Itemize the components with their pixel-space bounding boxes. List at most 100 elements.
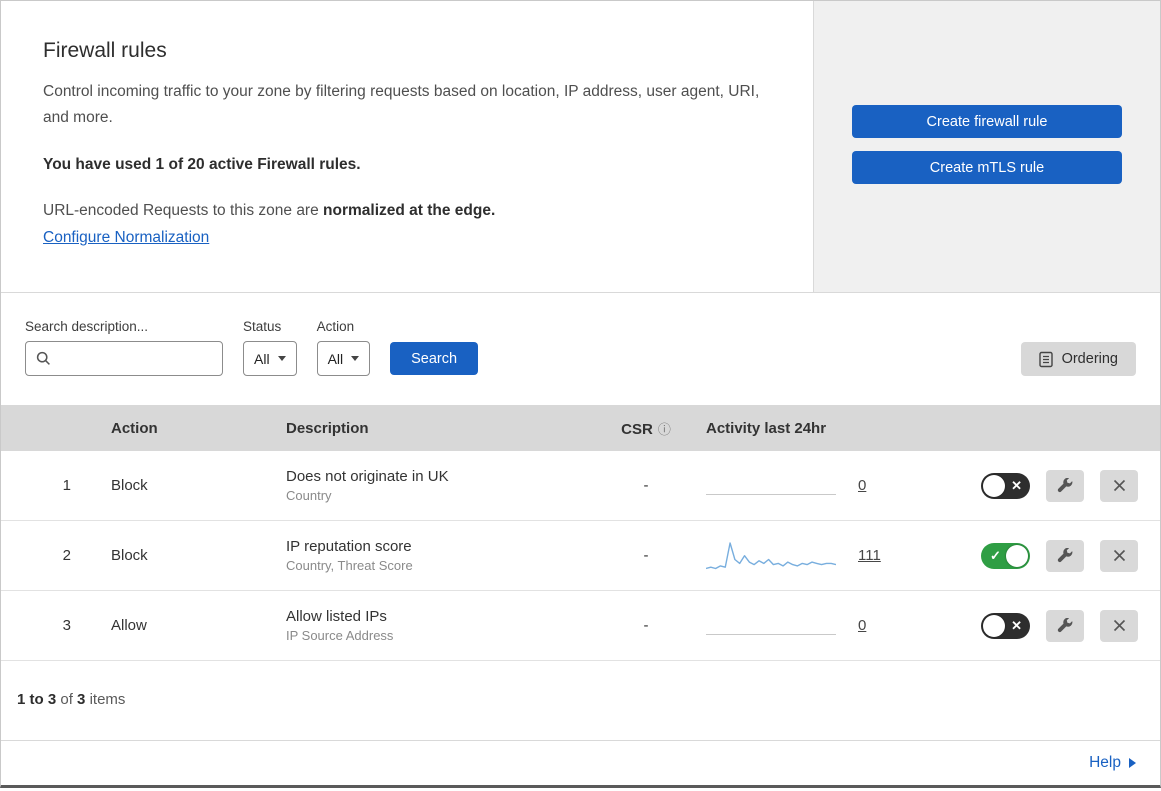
table-row: 2 Block IP reputation score Country, Thr… [1, 521, 1160, 591]
normalization-note: URL-encoded Requests to this zone are no… [43, 202, 765, 220]
rule-controls: ✕ [951, 469, 1160, 502]
activity-count-link[interactable]: 111 [858, 547, 881, 564]
action-column-header: Action [111, 419, 158, 437]
create-firewall-rule-button[interactable]: Create firewall rule [852, 105, 1122, 138]
edit-rule-button[interactable] [1046, 469, 1084, 502]
delete-rule-button[interactable] [1100, 609, 1138, 642]
activity-column-header: Activity last 24hr [706, 419, 827, 437]
toggle-knob [1006, 544, 1028, 567]
rule-priority: 2 [62, 547, 71, 564]
rule-action: Block [111, 477, 148, 494]
action-dropdown[interactable]: All [316, 341, 371, 376]
table-row: 1 Block Does not originate in UK Country… [1, 451, 1160, 521]
activity-sparkline-empty [706, 616, 836, 635]
rule-action: Allow [111, 617, 147, 634]
chevron-down-icon [351, 356, 360, 361]
page-title: Firewall rules [43, 39, 167, 62]
arrow-right-icon [1129, 758, 1136, 768]
csr-header-label: CSR [621, 420, 653, 438]
toggle-state-icon: ✕ [1011, 617, 1022, 633]
normalization-bold: normalized at the edge. [323, 202, 496, 220]
close-icon [1113, 619, 1126, 632]
rule-criteria: IP Source Address [286, 628, 394, 643]
status-filter-field: Status All [243, 319, 297, 376]
rule-action: Block [111, 547, 148, 564]
page-description: Control incoming traffic to your zone by… [43, 83, 760, 126]
rule-criteria: Country, Threat Score [286, 558, 413, 573]
rule-criteria: Country [286, 488, 332, 503]
delete-rule-button[interactable] [1100, 539, 1138, 572]
search-button[interactable]: Search [390, 342, 479, 375]
rule-controls: ✓ [951, 539, 1160, 572]
search-label: Search description... [25, 319, 149, 334]
rule-description-cell: Allow listed IPs IP Source Address [276, 608, 601, 643]
ordering-button-label: Ordering [1061, 351, 1118, 367]
wrench-icon [1057, 547, 1073, 564]
activity-count-link[interactable]: 0 [858, 617, 866, 634]
rules-table-header: Action Description CSR ⓘ Activity last 24… [1, 405, 1160, 451]
configure-normalization-link[interactable]: Configure Normalization [43, 229, 209, 247]
help-link-label: Help [1089, 754, 1121, 771]
ordering-button[interactable]: Ordering [1020, 342, 1136, 376]
rule-activity-cell: 111 [691, 539, 951, 573]
info-icon[interactable]: ⓘ [658, 422, 671, 437]
rule-description[interactable]: Allow listed IPs [286, 608, 601, 625]
activity-sparkline [706, 539, 836, 573]
firewall-rules-page: Firewall rules Control incoming traffic … [0, 0, 1161, 788]
pagination-summary: 1 to 3 of 3 items [1, 661, 1160, 740]
header-actions-panel: Create firewall rule Create mTLS rule [813, 1, 1160, 292]
rule-description[interactable]: Does not originate in UK [286, 468, 601, 485]
edit-rule-button[interactable] [1046, 609, 1084, 642]
rule-description-cell: Does not originate in UK Country [276, 468, 601, 503]
search-box [25, 341, 223, 376]
toggle-state-icon: ✓ [990, 547, 1001, 563]
help-link[interactable]: Help [1089, 754, 1136, 772]
toggle-knob [983, 614, 1005, 637]
items-label: items [89, 691, 126, 708]
close-icon [1113, 549, 1126, 562]
search-icon [36, 351, 51, 366]
activity-count-link[interactable]: 0 [858, 477, 866, 494]
status-label: Status [243, 319, 282, 334]
items-total: 3 [77, 691, 86, 708]
rule-description[interactable]: IP reputation score [286, 538, 601, 555]
ordering-list-icon [1038, 351, 1053, 368]
status-dropdown-value: All [254, 350, 270, 367]
delete-rule-button[interactable] [1100, 469, 1138, 502]
rule-controls: ✕ [951, 609, 1160, 642]
rule-priority: 1 [62, 477, 71, 494]
wrench-icon [1057, 617, 1073, 634]
rule-csr-value: - [643, 547, 649, 564]
rule-priority: 3 [62, 617, 71, 634]
search-field: Search description... [25, 319, 223, 376]
description-column-header: Description [286, 419, 369, 437]
toggle-state-icon: ✕ [1011, 477, 1022, 493]
action-label: Action [316, 319, 355, 334]
status-dropdown[interactable]: All [243, 341, 297, 376]
close-icon [1113, 479, 1126, 492]
rule-activity-cell: 0 [691, 616, 951, 635]
rule-enabled-toggle[interactable]: ✕ [981, 612, 1030, 639]
rule-description-cell: IP reputation score Country, Threat Scor… [276, 538, 601, 573]
action-filter-field: Action All [316, 319, 371, 376]
csr-column-header: CSR ⓘ [601, 419, 691, 438]
usage-summary: You have used 1 of 20 active Firewall ru… [43, 156, 361, 174]
action-dropdown-value: All [327, 350, 344, 367]
rule-enabled-toggle[interactable]: ✓ [981, 542, 1030, 569]
rule-csr-value: - [643, 617, 649, 634]
table-row: 3 Allow Allow listed IPs IP Source Addre… [1, 591, 1160, 661]
rule-csr-value: - [643, 477, 649, 494]
wrench-icon [1057, 477, 1073, 494]
chevron-down-icon [277, 356, 286, 361]
page-header-section: Firewall rules Control incoming traffic … [1, 1, 1160, 293]
search-input[interactable] [59, 349, 212, 368]
toggle-knob [983, 474, 1005, 497]
items-range: 1 to 3 [17, 691, 57, 708]
edit-rule-button[interactable] [1046, 539, 1084, 572]
help-bar: Help [1, 740, 1160, 785]
rule-enabled-toggle[interactable]: ✕ [981, 472, 1030, 499]
rule-activity-cell: 0 [691, 476, 951, 495]
header-text-block: Firewall rules Control incoming traffic … [1, 1, 813, 292]
filter-bar: Search description... Status All Action … [1, 293, 1160, 405]
create-mtls-rule-button[interactable]: Create mTLS rule [852, 151, 1122, 184]
